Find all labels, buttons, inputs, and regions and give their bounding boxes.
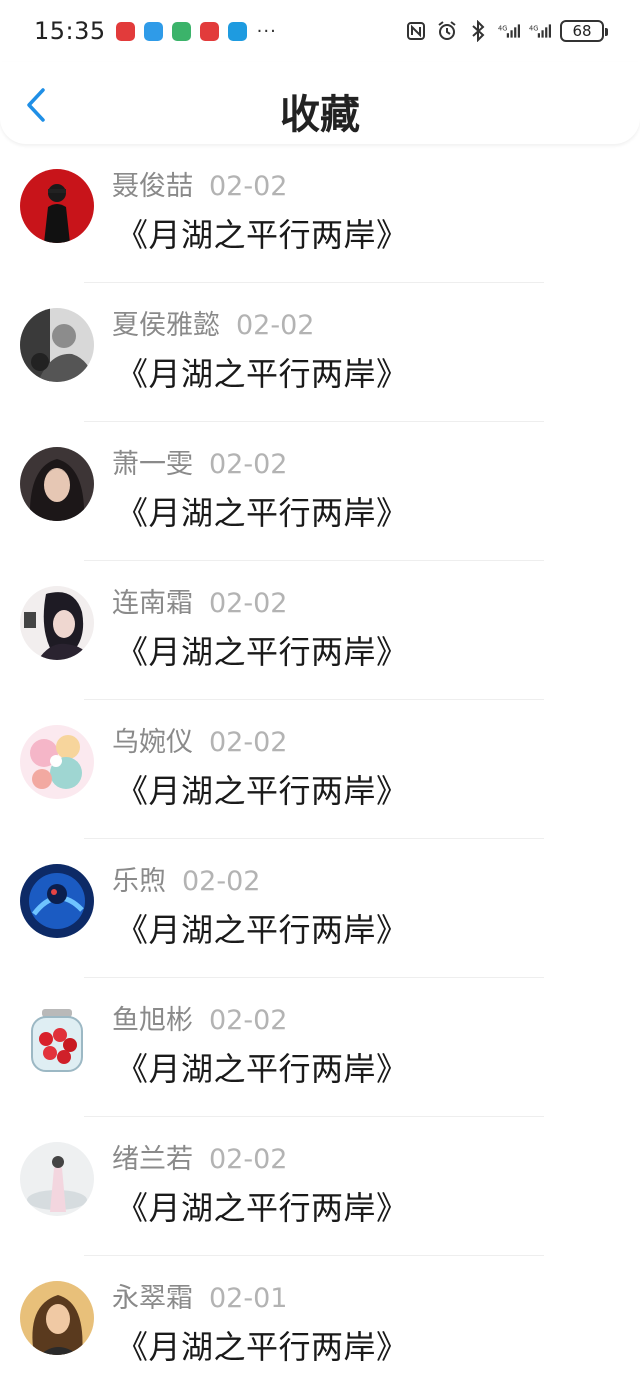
list-item[interactable]: 夏侯雅懿 02-02 《月湖之平行两岸》 [0, 283, 640, 422]
avatar[interactable] [20, 1003, 94, 1077]
browser-app-icon [143, 21, 163, 41]
favorite-date: 02-02 [182, 866, 261, 897]
user-name: 夏侯雅懿 02-02 [112, 310, 315, 341]
search-app-icon [227, 21, 247, 41]
notification-icons [115, 21, 247, 41]
list-item[interactable]: 乌婉仪 02-02 《月湖之平行两岸》 [0, 700, 640, 839]
favorite-title[interactable]: 《月湖之平行两岸》 [116, 766, 409, 812]
favorite-title[interactable]: 《月湖之平行两岸》 [116, 1322, 409, 1368]
favorites-list: 聂俊喆 02-02 《月湖之平行两岸》 夏侯雅懿 02-02 《月湖之平行两岸》 萧… [0, 144, 640, 1387]
nav-bar: 收藏 [0, 62, 640, 144]
nfc-icon [405, 20, 427, 42]
huawei-app-icon [115, 21, 135, 41]
favorite-date: 02-02 [209, 727, 288, 758]
bluetooth-icon [467, 20, 489, 42]
user-name: 聂俊喆 02-02 [112, 171, 288, 202]
user-name: 萧一雯 02-02 [112, 449, 288, 480]
list-item[interactable]: 绪兰若 02-02 《月湖之平行两岸》 [0, 1117, 640, 1256]
signal-4g-icon: 4G [498, 20, 520, 42]
status-bar: 15:35 ··· 4G 4G 68 [0, 0, 640, 62]
list-item[interactable]: 永翠霜 02-01 《月湖之平行两岸》 [0, 1256, 640, 1387]
list-item[interactable]: 乐煦 02-02 《月湖之平行两岸》 [0, 839, 640, 978]
favorite-title[interactable]: 《月湖之平行两岸》 [116, 1044, 409, 1090]
user-name: 乐煦 02-02 [112, 866, 261, 897]
user-name: 乌婉仪 02-02 [112, 727, 288, 758]
favorite-title[interactable]: 《月湖之平行两岸》 [116, 627, 409, 673]
svg-text:4G: 4G [498, 24, 507, 32]
list-item[interactable]: 鱼旭彬 02-02 《月湖之平行两岸》 [0, 978, 640, 1117]
huawei-app-icon [199, 21, 219, 41]
favorite-date: 02-02 [209, 449, 288, 480]
favorite-title[interactable]: 《月湖之平行两岸》 [116, 905, 409, 951]
favorite-date: 02-02 [209, 171, 288, 202]
user-name: 绪兰若 02-02 [112, 1144, 288, 1175]
avatar[interactable] [20, 1281, 94, 1355]
avatar[interactable] [20, 864, 94, 938]
favorite-date: 02-02 [209, 588, 288, 619]
system-icons: 4G 4G 68 [405, 20, 608, 42]
avatar[interactable] [20, 1142, 94, 1216]
battery-indicator: 68 [560, 20, 608, 42]
favorite-date: 02-02 [209, 1005, 288, 1036]
avatar[interactable] [20, 586, 94, 660]
favorite-title[interactable]: 《月湖之平行两岸》 [116, 349, 409, 395]
user-name: 连南霜 02-02 [112, 588, 288, 619]
svg-text:4G: 4G [529, 24, 538, 32]
favorite-title[interactable]: 《月湖之平行两岸》 [116, 1183, 409, 1229]
list-item[interactable]: 聂俊喆 02-02 《月湖之平行两岸》 [0, 144, 640, 283]
list-item[interactable]: 连南霜 02-02 《月湖之平行两岸》 [0, 561, 640, 700]
favorite-title[interactable]: 《月湖之平行两岸》 [116, 210, 409, 256]
list-item[interactable]: 萧一雯 02-02 《月湖之平行两岸》 [0, 422, 640, 561]
favorite-title[interactable]: 《月湖之平行两岸》 [116, 488, 409, 534]
more-notifications-icon: ··· [256, 20, 277, 42]
avatar[interactable] [20, 169, 94, 243]
user-name: 永翠霜 02-01 [112, 1283, 288, 1314]
page-title: 收藏 [280, 92, 360, 138]
alarm-icon [436, 20, 458, 42]
status-time: 15:35 [34, 17, 106, 45]
favorite-date: 02-02 [236, 310, 315, 341]
wechat-app-icon [171, 21, 191, 41]
signal-4g-icon: 4G [529, 20, 551, 42]
favorite-date: 02-01 [209, 1283, 288, 1314]
avatar[interactable] [20, 447, 94, 521]
favorite-date: 02-02 [209, 1144, 288, 1175]
avatar[interactable] [20, 725, 94, 799]
user-name: 鱼旭彬 02-02 [112, 1005, 288, 1036]
avatar[interactable] [20, 308, 94, 382]
